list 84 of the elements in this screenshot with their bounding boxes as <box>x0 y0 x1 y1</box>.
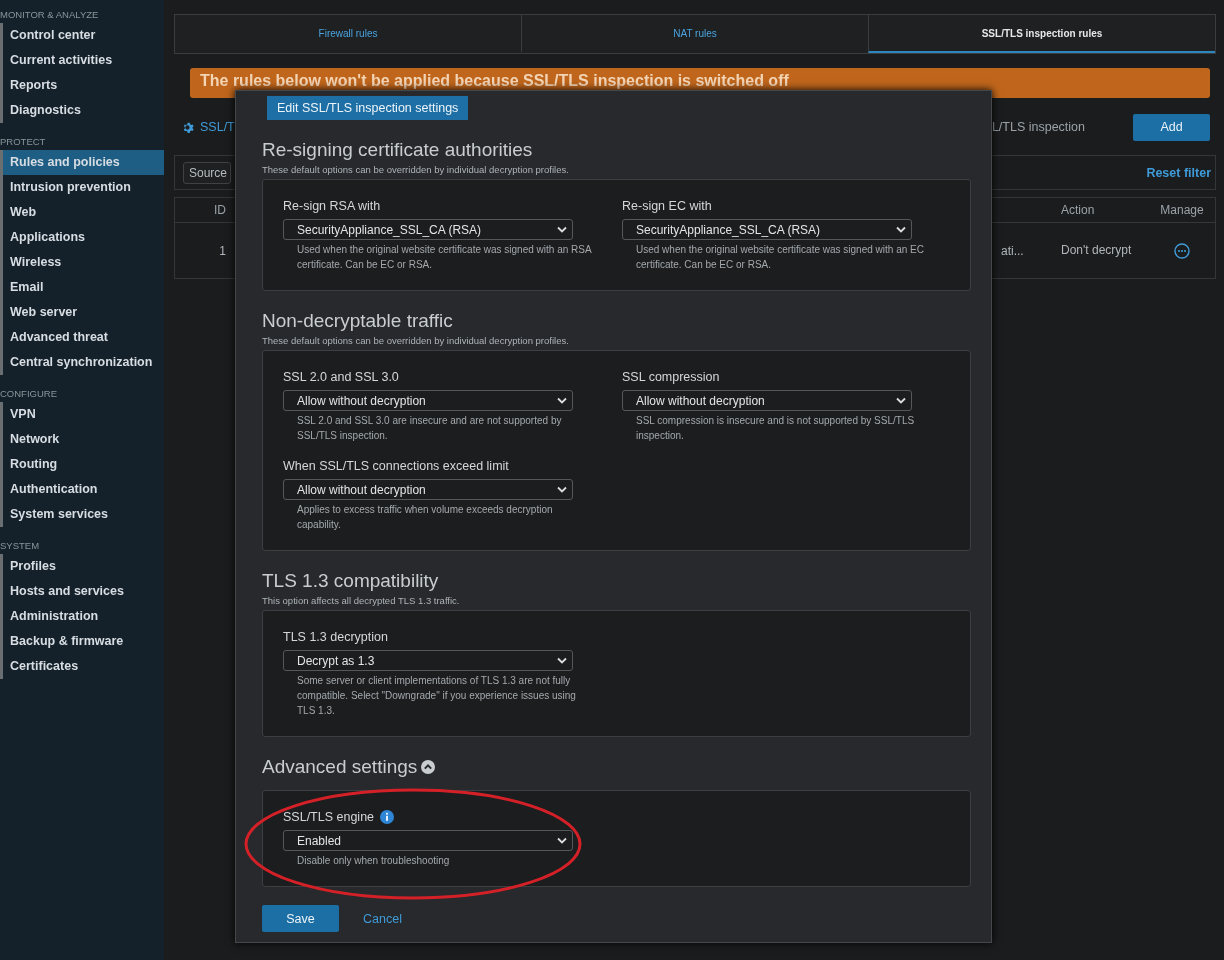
sidebar-item[interactable]: Advanced threat <box>3 325 164 350</box>
tab[interactable]: SSL/TLS inspection rules <box>868 15 1215 53</box>
section-subtitle: These default options can be overridden by individual decryption profiles. <box>262 164 570 175</box>
chevron-down-icon <box>557 397 567 404</box>
select-field[interactable]: SecurityAppliance_SSL_CA (RSA) <box>622 219 912 240</box>
chevron-down-icon <box>557 657 567 664</box>
field-label: Re-sign RSA with <box>283 199 381 213</box>
inspection-status: L/TLS inspection <box>991 120 1085 134</box>
collapse-icon[interactable] <box>421 760 436 774</box>
field-label: SSL/TLS engine <box>283 810 375 824</box>
sidebar-item[interactable]: Web server <box>3 300 164 325</box>
help-text: Applies to excess traffic when volume exceeds decryption capability. <box>296 503 554 532</box>
section-title: Advanced settings <box>262 756 418 778</box>
section-title: TLS 1.3 compatibility <box>262 570 439 592</box>
section-title: Non-decryptable traffic <box>262 310 453 332</box>
table-cell-text: 1 <box>218 243 226 258</box>
sidebar-item[interactable]: Central synchronization <box>3 350 164 375</box>
gear-icon <box>182 120 195 134</box>
sidebar-item[interactable]: Backup & firmware <box>3 629 164 654</box>
sidebar-item[interactable]: Current activities <box>3 48 164 73</box>
sidebar-item[interactable]: Authentication <box>3 477 164 502</box>
table-cell-text: ati... <box>1001 243 1025 258</box>
chevron-down-icon <box>557 837 567 844</box>
sidebar-item[interactable]: Routing <box>3 452 164 477</box>
reset-filter-link[interactable]: Reset filter <box>1146 165 1211 180</box>
info-icon[interactable] <box>380 810 395 824</box>
field-label: TLS 1.3 decryption <box>283 630 388 644</box>
sidebar-item[interactable]: System services <box>3 502 164 527</box>
sidebar-heading: PROTECT <box>0 136 47 149</box>
chevron-down-icon <box>896 226 906 233</box>
select-field[interactable]: Allow without decryption <box>622 390 912 411</box>
section-title: Re-signing certificate authorities <box>262 139 533 161</box>
sidebar-item[interactable]: Diagnostics <box>3 98 164 123</box>
sidebar-item[interactable]: Email <box>3 275 164 300</box>
tab[interactable]: Firewall rules <box>175 15 521 53</box>
select-field[interactable]: Decrypt as 1.3 <box>283 650 573 671</box>
section-subtitle: These default options can be overridden by individual decryption profiles. <box>262 335 570 346</box>
sidebar-item[interactable]: Control center <box>3 23 164 48</box>
field-label: SSL compression <box>622 370 720 384</box>
section-subtitle: This option affects all decrypted TLS 1.3 traffic. <box>262 595 461 606</box>
sidebar-heading: MONITOR & ANALYZE <box>0 9 100 22</box>
dialog-title: Edit SSL/TLS inspection settings <box>267 96 469 120</box>
table-cell-text: Don't decrypt <box>1060 244 1133 257</box>
help-text: Used when the original website certificate was signed with an RSA certificate. Can be EC or RSA. <box>296 243 593 272</box>
field-label: Re-sign EC with <box>622 199 712 213</box>
help-text: Some server or client implementations of TLS 1.3 are not fully compatible. Select "Downgrade" if you experience issues using TLS 1.3. <box>296 674 577 718</box>
select-field[interactable]: Allow without decryption <box>283 479 573 500</box>
field-label: When SSL/TLS connections exceed limit <box>283 459 509 473</box>
help-text: SSL 2.0 and SSL 3.0 are insecure and are not supported by SSL/TLS inspection. <box>296 414 563 443</box>
column-header: ID <box>213 203 226 217</box>
column-header: Action <box>1060 203 1096 217</box>
settings-link[interactable]: SSL/T <box>200 120 235 134</box>
more-options-icon[interactable] <box>1174 242 1190 259</box>
source-filter[interactable]: Source <box>183 161 231 184</box>
sidebar-item[interactable]: Administration <box>3 604 164 629</box>
select-field[interactable]: Allow without decryption <box>283 390 573 411</box>
sidebar-item[interactable]: Intrusion prevention <box>3 175 164 200</box>
sidebar-heading: CONFIGURE <box>0 388 58 401</box>
warning-text: The rules below won't be applied because SSL/TLS inspection is switched off <box>200 72 789 89</box>
tab[interactable]: NAT rules <box>521 15 868 53</box>
sidebar-item[interactable]: Rules and policies <box>3 150 164 175</box>
sidebar-item[interactable]: Hosts and services <box>3 579 164 604</box>
help-text: Disable only when troubleshooting <box>296 854 451 868</box>
sidebar-item[interactable]: Network <box>3 427 164 452</box>
help-text: Used when the original website certificate was signed with an EC certificate. Can be EC or RSA. <box>635 243 925 272</box>
sidebar-item[interactable]: Profiles <box>3 554 164 579</box>
add-button[interactable]: Add <box>1133 113 1210 141</box>
select-field[interactable]: Enabled <box>283 830 573 851</box>
help-text: SSL compression is insecure and is not supported by SSL/TLS inspection. <box>635 414 916 443</box>
sidebar-item[interactable]: Web <box>3 200 164 225</box>
chevron-down-icon <box>557 226 567 233</box>
chevron-down-icon <box>896 397 906 404</box>
sidebar-heading: SYSTEM <box>0 540 41 553</box>
sidebar-item[interactable]: Reports <box>3 73 164 98</box>
sidebar-item[interactable]: Wireless <box>3 250 164 275</box>
sidebar-item[interactable]: VPN <box>3 402 164 427</box>
save-button[interactable]: Save <box>262 905 339 932</box>
field-label: SSL 2.0 and SSL 3.0 <box>283 370 399 384</box>
sidebar-item[interactable]: Certificates <box>3 654 164 679</box>
sidebar-item[interactable]: Applications <box>3 225 164 250</box>
chevron-down-icon <box>557 486 567 493</box>
select-field[interactable]: SecurityAppliance_SSL_CA (RSA) <box>283 219 573 240</box>
column-header: Manage <box>1159 203 1205 217</box>
cancel-link[interactable]: Cancel <box>363 911 402 926</box>
